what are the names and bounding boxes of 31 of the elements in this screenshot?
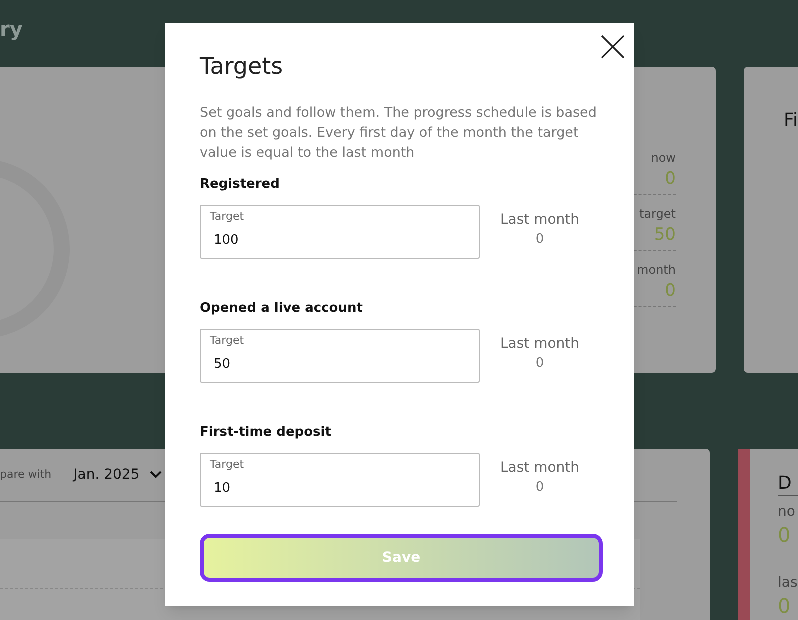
field-label: Target (210, 457, 244, 473)
last-month-label: Last month (500, 335, 580, 354)
stat-label: month (637, 262, 676, 279)
stat-label: target (640, 206, 676, 223)
card-title: D (778, 473, 798, 496)
stat-value: 0 (778, 594, 792, 618)
last-month-value: 0 (536, 231, 544, 249)
last-month-label: Last month (500, 459, 580, 478)
stat-value: 0 (665, 168, 676, 191)
stat-label: las (778, 574, 798, 593)
stat-label: no (778, 503, 796, 522)
last-month-value: 0 (536, 355, 544, 373)
caret-icon (150, 471, 162, 479)
section-heading: Opened a live account (200, 300, 364, 318)
compare-label: pare with (0, 466, 52, 483)
close-icon[interactable] (600, 34, 626, 60)
stat-value: 50 (654, 224, 676, 247)
stat-value: 0 (665, 280, 676, 303)
field-label: Target (210, 333, 244, 349)
dialog-description: Set goals and follow them. The progress schedule is based on the set goals. Every first day of the month the target value is equal to the last month (200, 104, 598, 163)
stat-label: now (651, 150, 676, 167)
page-title: ry (0, 17, 23, 41)
field-label: Target (210, 209, 244, 225)
last-month-label: Last month (500, 211, 580, 230)
last-month-value: 0 (536, 479, 544, 497)
stat-value: 0 (778, 523, 792, 547)
dialog-title: Targets (200, 53, 284, 82)
month-dropdown[interactable]: Jan. 2025 (74, 464, 162, 486)
card-title: Fi (784, 110, 798, 131)
section-heading: First-time deposit (200, 424, 332, 442)
section-heading: Registered (200, 176, 281, 194)
